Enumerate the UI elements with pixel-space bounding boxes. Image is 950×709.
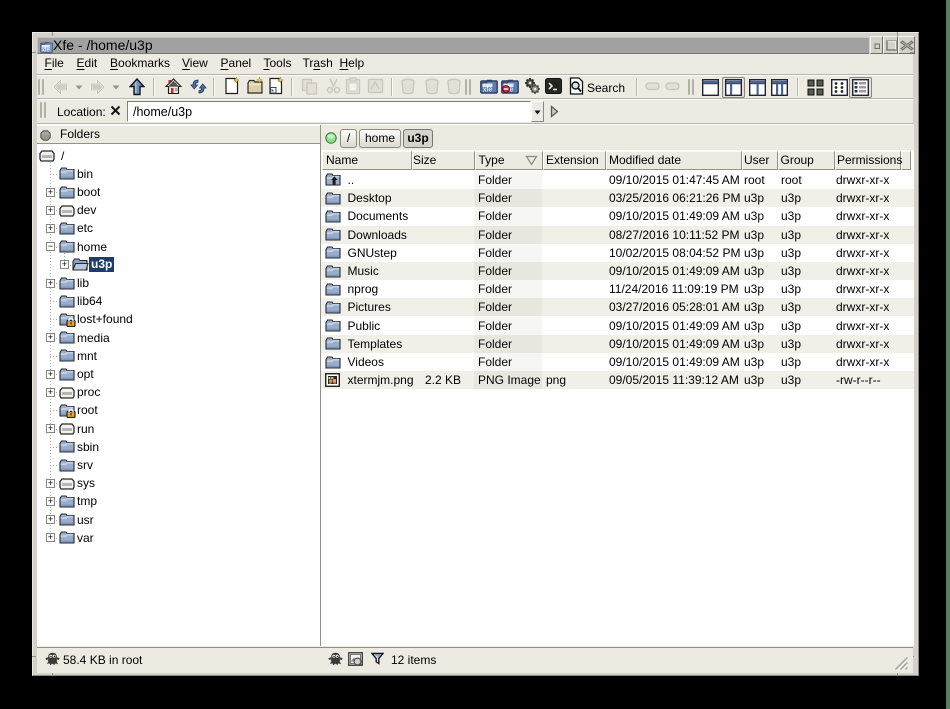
svg-text:xfe: xfe: [42, 48, 51, 54]
svg-text:xfe: xfe: [483, 87, 492, 94]
